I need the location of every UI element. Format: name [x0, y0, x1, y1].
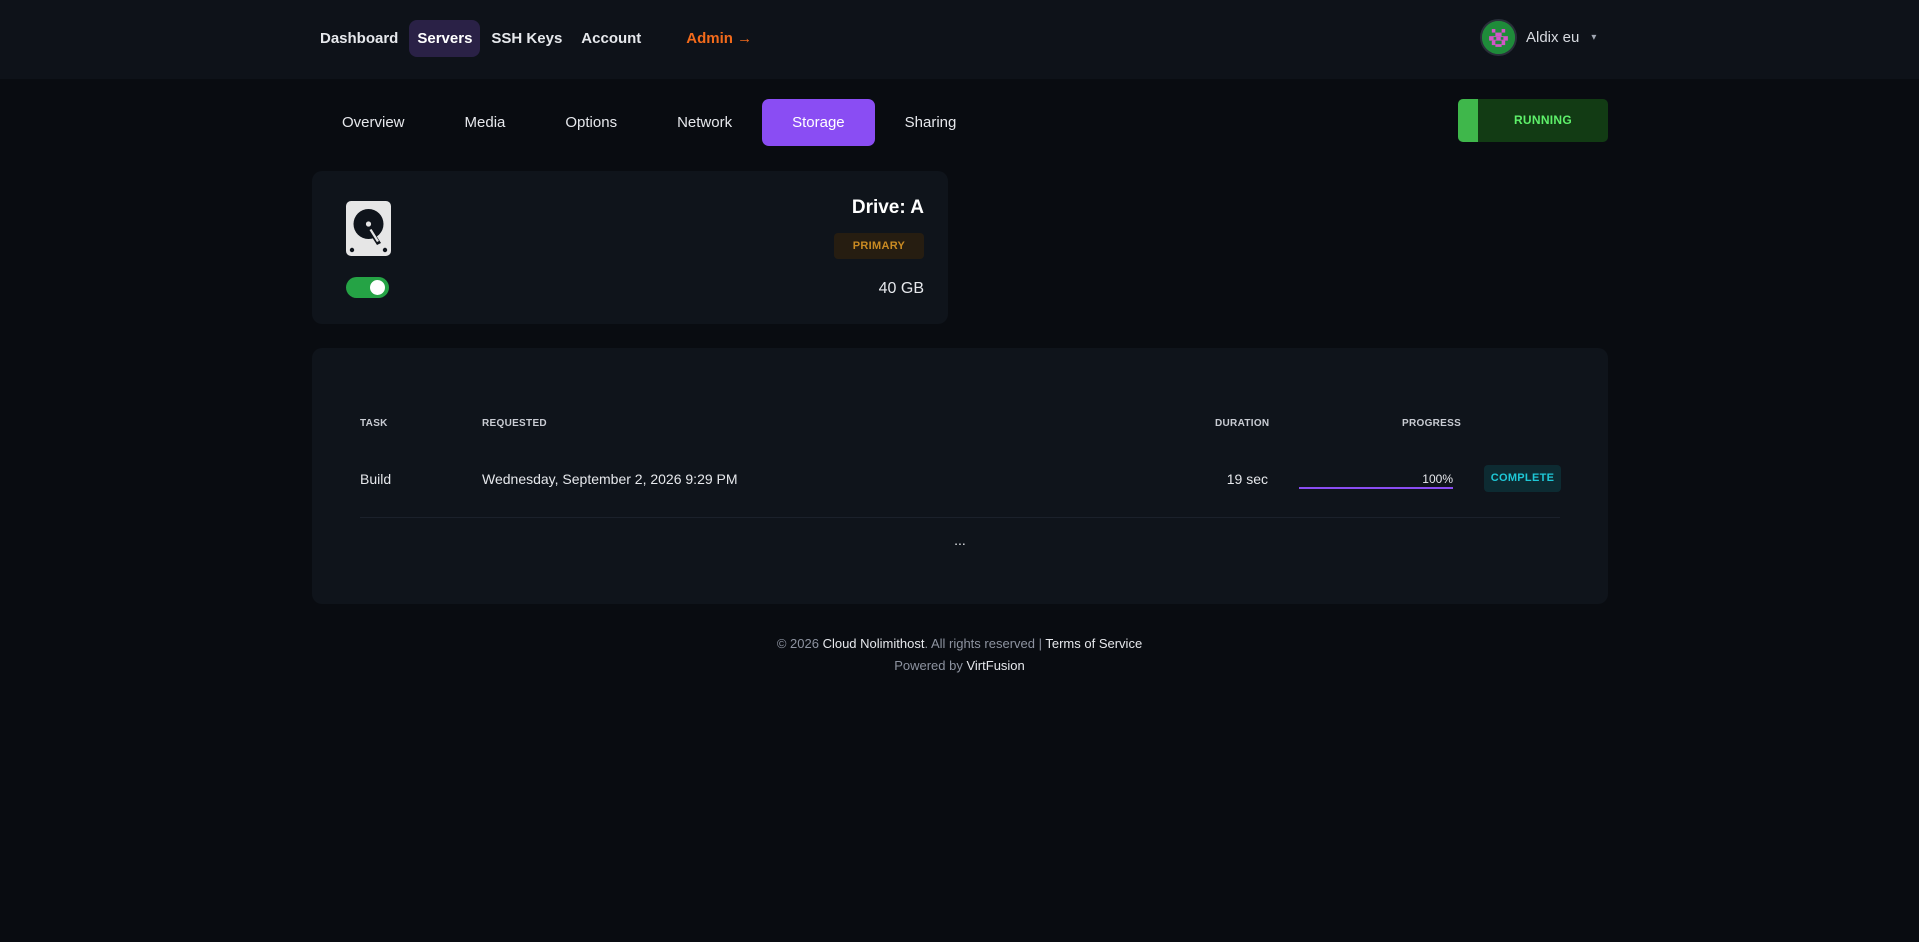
task-progress-fill	[1299, 487, 1453, 489]
nav-ssh-keys[interactable]: SSH Keys	[483, 20, 570, 57]
task-requested: Wednesday, September 2, 2026 9:29 PM	[482, 471, 738, 487]
footer: © 2026 Cloud Nolimithost. All rights res…	[0, 633, 1919, 677]
footer-copyright: © 2026	[776, 636, 819, 651]
more-tasks-button[interactable]: ...	[312, 532, 1608, 548]
nav-account[interactable]: Account	[573, 20, 649, 57]
top-navbar: Dashboard Servers SSH Keys Account Admin…	[0, 0, 1919, 79]
column-header-task: TASK	[360, 418, 388, 429]
toggle-knob	[370, 280, 385, 295]
tab-options[interactable]: Options	[535, 99, 647, 146]
primary-badge: PRIMARY	[834, 233, 924, 259]
footer-company-link[interactable]: Cloud Nolimithost	[823, 636, 925, 651]
hard-drive-icon	[346, 201, 391, 256]
footer-copyright-line: © 2026 Cloud Nolimithost. All rights res…	[0, 633, 1919, 655]
drive-card: Drive: A PRIMARY 40 GB	[312, 171, 948, 324]
footer-powered-line: Powered by VirtFusion	[0, 655, 1919, 677]
column-header-progress: PROGRESS	[1402, 418, 1462, 429]
footer-rights: . All rights reserved |	[924, 636, 1042, 651]
footer-terms-link[interactable]: Terms of Service	[1045, 636, 1142, 651]
chevron-down-icon: ▾	[1591, 32, 1597, 43]
nav-admin-link[interactable]: Admin →	[678, 20, 760, 57]
row-divider	[360, 517, 1560, 518]
user-menu[interactable]: Aldix eu ▾	[1480, 19, 1596, 56]
column-header-requested: REQUESTED	[482, 418, 547, 429]
footer-powered-by: Powered by	[894, 658, 963, 673]
tasks-table: TASK REQUESTED DURATION PROGRESS Build W…	[312, 348, 1608, 604]
user-name: Aldix eu	[1526, 29, 1580, 46]
tab-sharing[interactable]: Sharing	[875, 99, 987, 146]
tab-overview[interactable]: Overview	[312, 99, 435, 146]
task-name: Build	[360, 471, 392, 487]
server-tabs: Overview Media Options Network Storage S…	[312, 99, 986, 146]
nav-servers[interactable]: Servers	[409, 20, 481, 57]
tab-storage[interactable]: Storage	[762, 99, 875, 146]
column-header-duration: DURATION	[1215, 418, 1270, 429]
tab-network[interactable]: Network	[647, 99, 762, 146]
drive-size: 40 GB	[878, 280, 924, 297]
task-progress-bar	[1299, 487, 1453, 489]
main-nav: Dashboard Servers SSH Keys Account Admin…	[312, 20, 763, 57]
status-indicator	[1458, 99, 1478, 142]
nav-dashboard[interactable]: Dashboard	[312, 20, 406, 57]
tab-media[interactable]: Media	[435, 99, 536, 146]
drive-title: Drive: A	[851, 197, 924, 218]
footer-virtfusion-link[interactable]: VirtFusion	[966, 658, 1024, 673]
task-status-badge: COMPLETE	[1484, 465, 1561, 492]
server-status-badge: RUNNING	[1458, 99, 1608, 142]
status-label: RUNNING	[1513, 113, 1573, 127]
avatar	[1480, 19, 1517, 56]
task-progress-label: 100%	[1422, 472, 1453, 486]
task-duration: 19 sec	[1226, 471, 1268, 487]
drive-enabled-toggle[interactable]	[346, 277, 389, 298]
